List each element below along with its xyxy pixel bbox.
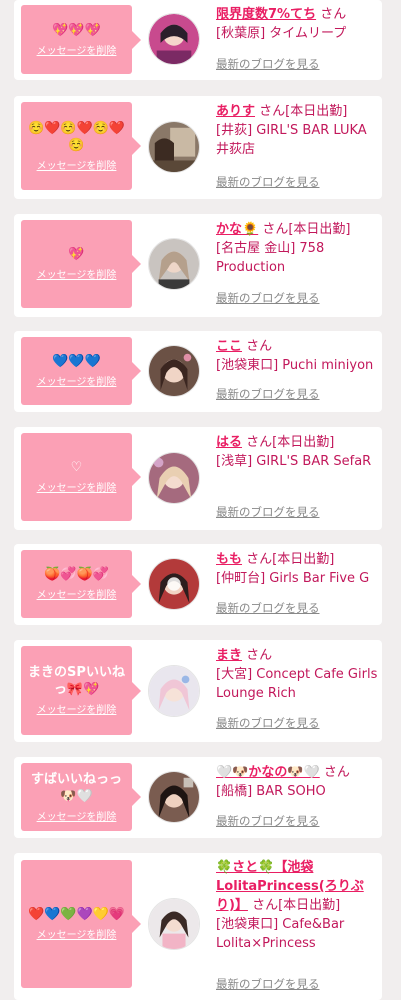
avatar[interactable] [148, 558, 200, 610]
delete-message-link[interactable]: メッセージを削除 [37, 811, 117, 824]
user-info: はる さん[本日出勤] [浅草] GIRL'S BAR SefaR [216, 433, 378, 471]
user-name-link[interactable]: 🤍🐶かなの🐶🤍 [216, 765, 320, 780]
delete-message-link[interactable]: メッセージを削除 [37, 160, 117, 173]
avatar[interactable] [148, 238, 200, 290]
shop-name: [仲町台] Girls Bar Five G [216, 571, 370, 586]
avatar[interactable] [148, 898, 200, 950]
user-card: 🍑💞🍑💞 メッセージを削除 もも さん[本日出勤] [仲町台] Girls Ba… [14, 544, 382, 625]
delete-message-link[interactable]: メッセージを削除 [37, 704, 117, 717]
honorific: さん [320, 7, 347, 22]
user-card: ☺️❤️☺️❤️☺️❤️☺️ メッセージを削除 ありす さん[本日出勤] [井荻… [14, 96, 382, 199]
honorific: さん [246, 648, 273, 663]
user-card: 💖 メッセージを削除 かな🌻 さん[本日出勤] [名古屋 金山] 758 Pro… [14, 214, 382, 317]
view-blog-link[interactable]: 最新のブログを見る [216, 291, 320, 305]
view-blog-link[interactable]: 最新のブログを見る [216, 601, 320, 615]
message-text: 💖💖💖 [52, 22, 101, 38]
message-text: まきのSPいいねっ🎀💖 [28, 665, 125, 697]
message-bubble: ♡ メッセージを削除 [21, 433, 141, 521]
message-text: ❤️💙💚💜💛💗 [27, 907, 126, 922]
shop-name: [名古屋 金山] 758 Production [216, 241, 325, 275]
status-label: [本日出勤] [285, 104, 348, 119]
message-text: すばいいねっっ🐶🤍 [30, 771, 122, 804]
view-blog-link[interactable]: 最新のブログを見る [216, 977, 320, 991]
shop-name: [池袋東口] Puchi miniyon [216, 358, 374, 373]
delete-message-link[interactable]: メッセージを削除 [37, 376, 117, 389]
user-info: まき さん [大宮] Concept Cafe Girls Lounge Ric… [216, 646, 378, 703]
message-bubble: ❤️💙💚💜💛💗 メッセージを削除 [21, 860, 141, 988]
user-name-link[interactable]: まき [216, 648, 242, 663]
user-name-link[interactable]: 限界度数7%てち [216, 7, 316, 22]
user-card: 💙💙💙 メッセージを削除 ここ さん [池袋東口] Puchi miniyon … [14, 331, 382, 412]
user-card: すばいいねっっ🐶🤍 メッセージを削除 🤍🐶かなの🐶🤍 さん [船橋] BAR S… [14, 757, 382, 838]
avatar[interactable] [148, 665, 200, 717]
honorific: さん [259, 104, 286, 119]
view-blog-link[interactable]: 最新のブログを見る [216, 175, 320, 189]
user-info: かな🌻 さん[本日出勤] [名古屋 金山] 758 Production [216, 220, 378, 277]
view-blog-link[interactable]: 最新のブログを見る [216, 57, 320, 71]
view-blog-link[interactable]: 最新のブログを見る [216, 505, 320, 519]
message-text: 💖 [68, 247, 85, 262]
status-label: [本日出勤] [272, 435, 335, 450]
message-bubble: ☺️❤️☺️❤️☺️❤️☺️ メッセージを削除 [21, 102, 141, 190]
message-bubble: まきのSPいいねっ🎀💖 メッセージを削除 [21, 646, 141, 735]
status-label: [本日出勤] [278, 898, 341, 913]
shop-name: [船橋] BAR SOHO [216, 784, 326, 799]
message-bubble: 💖 メッセージを削除 [21, 220, 141, 308]
message-text: 🍑💞🍑💞 [44, 567, 109, 582]
delete-message-link[interactable]: メッセージを削除 [37, 269, 117, 282]
delete-message-link[interactable]: メッセージを削除 [37, 589, 117, 602]
view-blog-link[interactable]: 最新のブログを見る [216, 387, 320, 401]
user-name-link[interactable]: ありす [216, 104, 255, 119]
message-bubble: 💖💖💖 メッセージを削除 [21, 5, 141, 74]
user-info: 🤍🐶かなの🐶🤍 さん [船橋] BAR SOHO [216, 763, 378, 801]
shop-name: [浅草] GIRL'S BAR SefaR [216, 454, 372, 469]
shop-name: [秋葉原] タイムリープ [216, 26, 347, 41]
avatar[interactable] [148, 121, 200, 173]
message-bubble: 🍑💞🍑💞 メッセージを削除 [21, 550, 141, 618]
message-text: 💙💙💙 [52, 354, 101, 369]
user-info: 🍀さと🍀【池袋LolitaPrincess(ろりぷり)】 さん[本日出勤] [池… [216, 858, 378, 953]
avatar[interactable] [148, 345, 200, 397]
user-info: ありす さん[本日出勤] [井荻] GIRL'S BAR LUKA 井荻店 [216, 102, 380, 159]
honorific: さん [252, 898, 279, 913]
status-label: [本日出勤] [288, 222, 351, 237]
message-bubble: 💙💙💙 メッセージを削除 [21, 337, 141, 405]
user-name-link[interactable]: もも [216, 552, 242, 567]
user-card: 💖💖💖 メッセージを削除 限界度数7%てち さん [秋葉原] タイムリープ 最新… [14, 0, 382, 80]
avatar[interactable] [148, 771, 200, 823]
honorific: さん [262, 222, 289, 237]
user-name-link[interactable]: はる [216, 435, 242, 450]
user-card: ♡ メッセージを削除 はる さん[本日出勤] [浅草] GIRL'S BAR S… [14, 427, 382, 530]
delete-message-link[interactable]: メッセージを削除 [37, 482, 117, 495]
status-label: [本日出勤] [272, 552, 335, 567]
message-bubble: すばいいねっっ🐶🤍 メッセージを削除 [21, 763, 141, 831]
view-blog-link[interactable]: 最新のブログを見る [216, 814, 320, 828]
user-card: ❤️💙💚💜💛💗 メッセージを削除 🍀さと🍀【池袋LolitaPrincess(ろ… [14, 853, 382, 1000]
view-blog-link[interactable]: 最新のブログを見る [216, 716, 320, 730]
avatar[interactable] [148, 13, 200, 65]
shop-name: [井荻] GIRL'S BAR LUKA 井荻店 [216, 123, 380, 157]
honorific: さん [323, 765, 350, 780]
delete-message-link[interactable]: メッセージを削除 [37, 45, 117, 58]
user-info: ここ さん [池袋東口] Puchi miniyon [216, 337, 378, 375]
honorific: さん [246, 552, 273, 567]
message-text: ☺️❤️☺️❤️☺️❤️☺️ [27, 120, 126, 153]
delete-message-link[interactable]: メッセージを削除 [37, 929, 117, 942]
user-name-link[interactable]: かな🌻 [216, 222, 258, 237]
shop-name: [大宮] Concept Cafe Girls Lounge Rich [216, 667, 378, 701]
message-text: ♡ [70, 460, 83, 475]
user-info: 限界度数7%てち さん [秋葉原] タイムリープ [216, 5, 378, 43]
honorific: さん [246, 339, 273, 354]
avatar[interactable] [148, 452, 200, 504]
user-info: もも さん[本日出勤] [仲町台] Girls Bar Five G [216, 550, 378, 588]
user-name-link[interactable]: ここ [216, 339, 242, 354]
honorific: さん [246, 435, 273, 450]
user-card: まきのSPいいねっ🎀💖 メッセージを削除 まき さん [大宮] Concept … [14, 640, 382, 742]
shop-name: [池袋東口] Cafe&Bar Lolita×Princess [216, 917, 345, 951]
